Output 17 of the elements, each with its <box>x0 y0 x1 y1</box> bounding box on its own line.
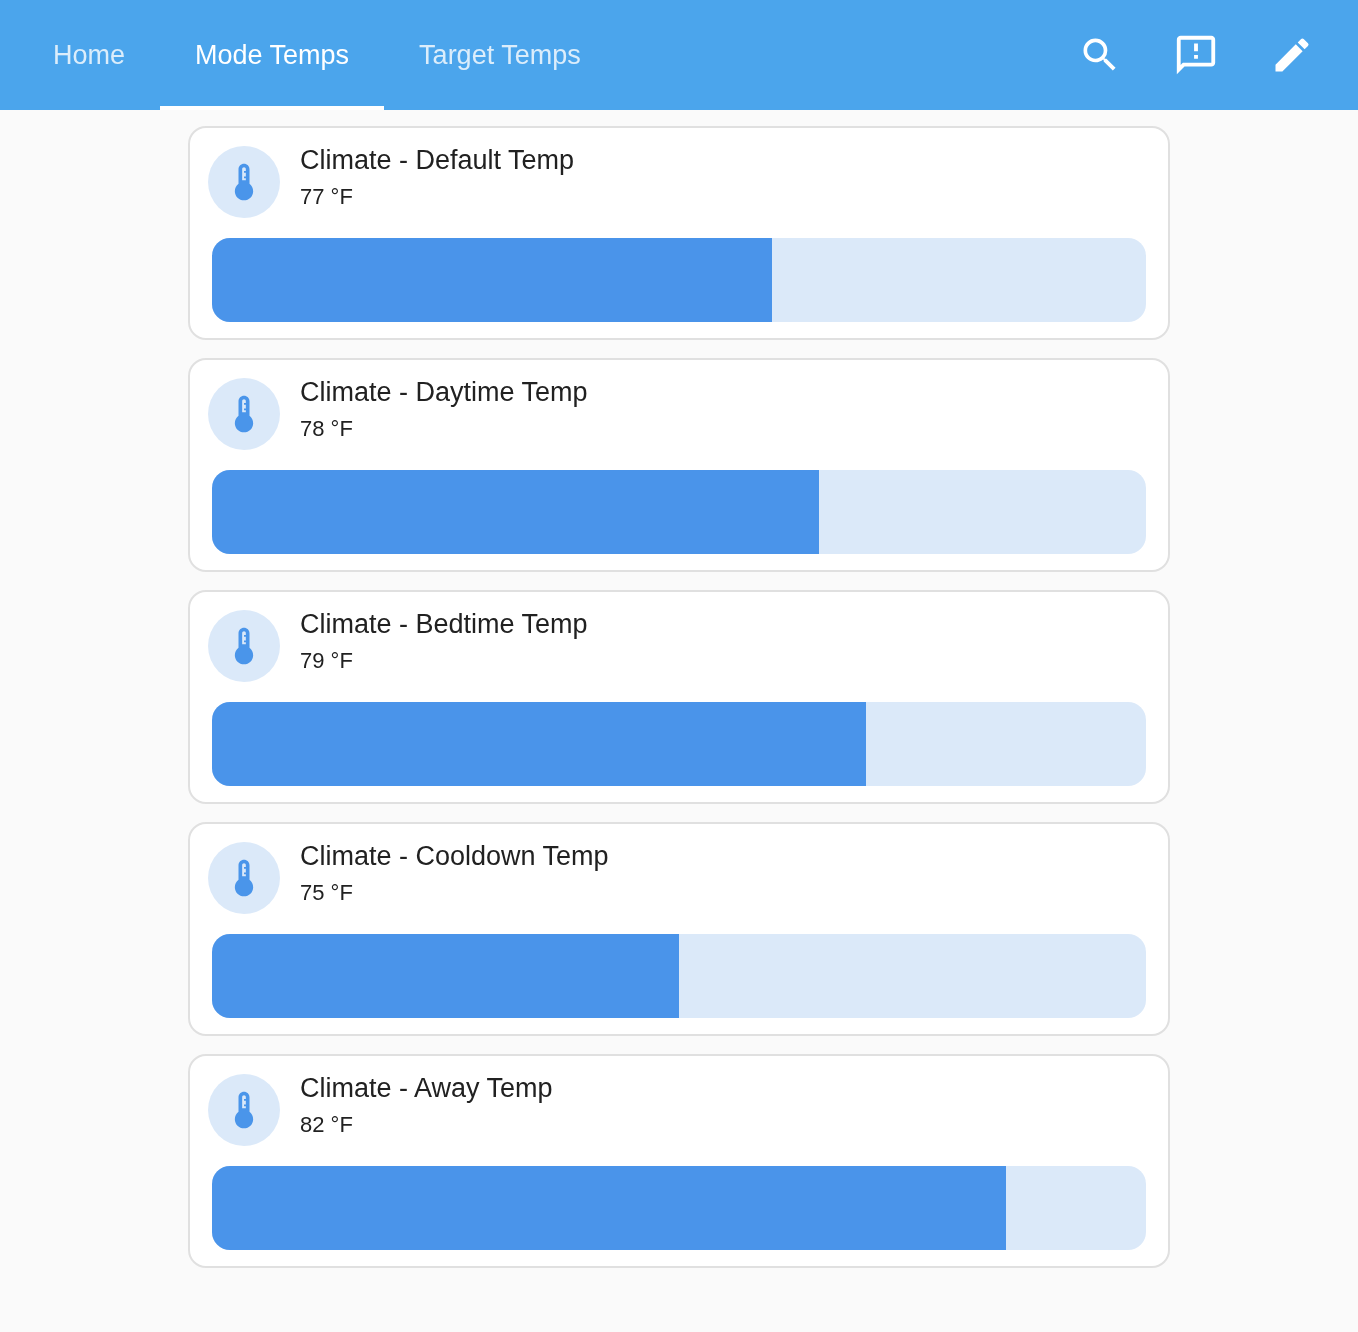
slider-track[interactable] <box>212 238 1146 322</box>
slider-track[interactable] <box>212 702 1146 786</box>
nav-tab[interactable]: Mode Temps <box>160 0 385 110</box>
temperature-value: 82 °F <box>300 1111 354 1138</box>
temperature-value: 77 °F <box>300 183 354 210</box>
card-title: Climate - Daytime Temp <box>300 376 588 408</box>
temperature-value: 78 °F <box>300 415 354 442</box>
card-title: Climate - Bedtime Temp <box>300 608 588 640</box>
card-title: Climate - Away Temp <box>300 1072 553 1104</box>
slider-track[interactable] <box>212 934 1146 1018</box>
card-title: Climate - Default Temp <box>300 144 575 176</box>
temperature-value: 79 °F <box>300 647 354 674</box>
card-title: Climate - Cooldown Temp <box>300 840 609 872</box>
temperature-value: 75 °F <box>300 879 354 906</box>
slider-track[interactable] <box>212 470 1146 554</box>
nav-tab[interactable]: Home <box>18 0 161 110</box>
nav-tab[interactable]: Target Temps <box>384 0 616 110</box>
